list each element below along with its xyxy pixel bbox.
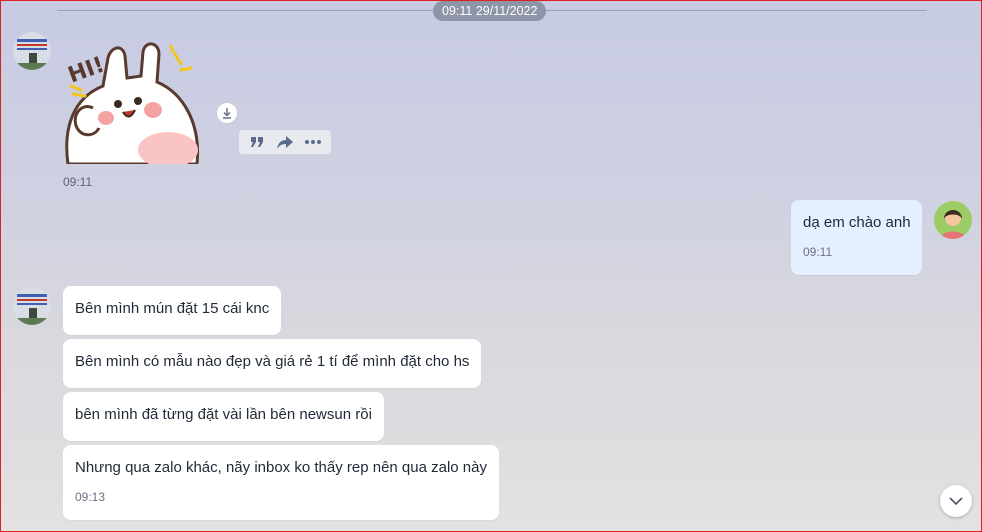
chevron-down-icon xyxy=(949,497,963,505)
contact-avatar[interactable] xyxy=(13,32,51,70)
scroll-to-bottom-button[interactable] xyxy=(940,485,972,517)
message-text: Nhưng qua zalo khác, nãy inbox ko thấy r… xyxy=(75,459,487,476)
download-button[interactable] xyxy=(216,102,238,124)
quote-icon xyxy=(251,137,263,147)
message-text: dạ em chào anh xyxy=(803,214,911,231)
sticker-text: HI! xyxy=(65,52,108,88)
message-bubble-other[interactable]: Nhưng qua zalo khác, nãy inbox ko thấy r… xyxy=(63,445,499,520)
message-text: Bên mình mún đặt 15 cái knc xyxy=(75,300,270,317)
message-text: bên mình đã từng đặt vài lần bên newsun … xyxy=(75,406,372,423)
message-time: 09:11 xyxy=(63,175,93,189)
more-icon xyxy=(305,140,321,144)
message-actions xyxy=(239,130,331,154)
forward-button[interactable] xyxy=(274,132,296,152)
message-time: 09:13 xyxy=(75,490,106,504)
message-bubble-other[interactable]: Bên mình có mẫu nào đẹp và giá rẻ 1 tí đ… xyxy=(63,339,482,388)
message-bubble-other[interactable]: bên mình đã từng đặt vài lần bên newsun … xyxy=(63,392,384,441)
message-text: Bên mình có mẫu nào đẹp và giá rẻ 1 tí đ… xyxy=(75,353,470,370)
message-bubble-me[interactable]: dạ em chào anh 09:11 xyxy=(791,200,922,275)
forward-icon xyxy=(277,135,293,149)
my-avatar[interactable] xyxy=(934,201,972,239)
more-button[interactable] xyxy=(302,132,324,152)
download-icon xyxy=(223,108,231,119)
message-time: 09:11 xyxy=(803,245,833,259)
quote-button[interactable] xyxy=(246,132,268,152)
message-bubble-other[interactable]: Bên mình mún đặt 15 cái knc xyxy=(63,286,282,335)
contact-avatar[interactable] xyxy=(13,287,51,325)
sticker-hi-bunny[interactable]: HI! xyxy=(63,38,203,168)
date-separator: 09:11 29/11/2022 xyxy=(433,1,547,21)
